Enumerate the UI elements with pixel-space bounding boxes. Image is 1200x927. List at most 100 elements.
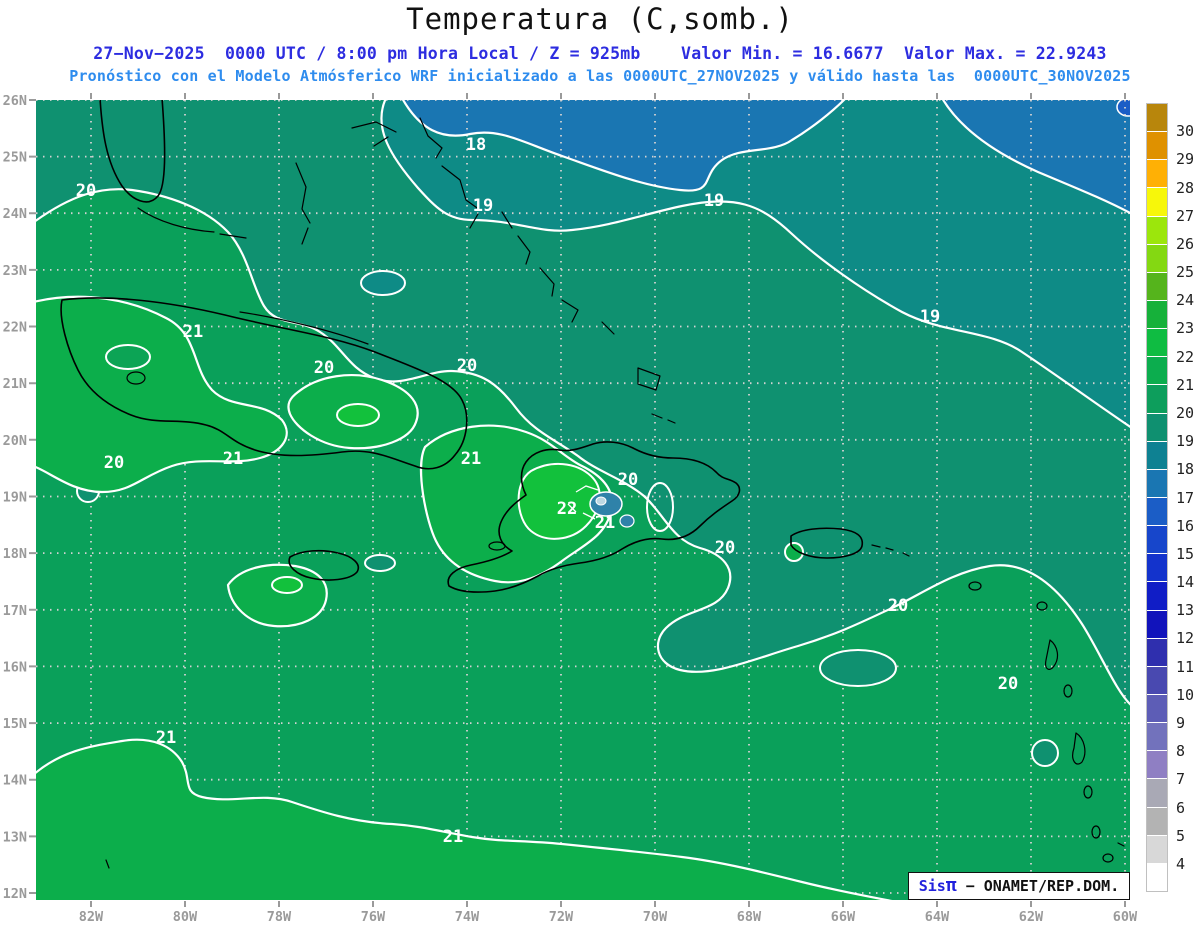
colorbar-cell xyxy=(1147,807,1167,836)
colorbar-cell xyxy=(1147,357,1167,386)
lat-label: 22N xyxy=(3,320,27,336)
colorbar-cell xyxy=(1147,272,1167,301)
colorbar-cell xyxy=(1147,694,1167,724)
contour-label: 20 xyxy=(618,470,638,490)
colorbar-label: 15 xyxy=(1176,544,1195,563)
sispi-brand-label: Sis xyxy=(918,877,946,895)
contour-label: 20 xyxy=(998,674,1018,694)
lat-label: 24N xyxy=(3,206,27,222)
colorbar-label: 21 xyxy=(1176,375,1195,394)
pocket-19-20 xyxy=(364,554,396,572)
lon-label: 62W xyxy=(1019,909,1044,925)
lon-label: 78W xyxy=(267,909,292,925)
colorbar-label: 14 xyxy=(1176,573,1195,592)
lon-label: 66W xyxy=(831,909,856,925)
colorbar-label: 7 xyxy=(1176,770,1186,789)
colorbar-label: 28 xyxy=(1176,178,1195,197)
colorbar-label: 12 xyxy=(1176,629,1195,648)
colorbar-label: 4 xyxy=(1176,854,1186,873)
lon-label: 82W xyxy=(79,909,104,925)
colorbar-cell xyxy=(1147,582,1167,611)
hot-east-cuba-22 xyxy=(336,403,380,427)
weather-map-page: Temperatura (C,somb.) 27−Nov−2025 0000 U… xyxy=(0,0,1200,927)
pocket-19-20 xyxy=(1031,739,1059,767)
lon-label: 70W xyxy=(643,909,668,925)
credit-box: Sis π − ONAMET/REP.DOM. xyxy=(908,872,1130,900)
warm-inner-oval xyxy=(105,344,151,370)
colorbar-label: 11 xyxy=(1176,657,1195,676)
lat-label: 13N xyxy=(3,829,27,845)
colorbar-cell xyxy=(1147,610,1167,639)
colorbar-label: 24 xyxy=(1176,291,1195,310)
colorbar-cell xyxy=(1147,300,1167,330)
onamet-label: − ONAMET/REP.DOM. xyxy=(956,877,1120,895)
colorbar-cell xyxy=(1147,554,1167,583)
pocket-18-19 xyxy=(360,270,406,296)
lat-label: 14N xyxy=(3,773,27,789)
colorbar-cell xyxy=(1147,132,1167,161)
contour-label: 20 xyxy=(888,596,908,616)
colorbar-label: 29 xyxy=(1176,150,1195,169)
mountain-cool-patch xyxy=(619,514,635,528)
lat-label: 16N xyxy=(3,659,27,675)
contour-label: 20 xyxy=(314,358,334,378)
colorbar-label: 25 xyxy=(1176,263,1195,282)
lat-axis: 26N 25N 24N 23N 22N 21N 20N 19N 18N 17N … xyxy=(3,93,27,902)
lat-label: 25N xyxy=(3,150,27,166)
colorbar-cell xyxy=(1147,216,1167,245)
contour-label: 20 xyxy=(457,356,477,376)
colorbar-cell xyxy=(1147,666,1167,695)
colorbar-label: 5 xyxy=(1176,826,1186,845)
colorbar-label: 27 xyxy=(1176,206,1195,225)
colorbar-label: 18 xyxy=(1176,460,1195,479)
colorbar-cell xyxy=(1147,244,1167,273)
lat-label: 18N xyxy=(3,546,27,562)
colorbar-cell xyxy=(1147,835,1167,864)
lat-label: 21N xyxy=(3,376,27,392)
contour-label: 20 xyxy=(104,453,124,473)
colorbar-cell xyxy=(1147,104,1167,133)
colorbar-label: 23 xyxy=(1176,319,1195,338)
contour-label: 19 xyxy=(704,191,724,211)
colorbar-cell xyxy=(1147,188,1167,217)
contour-label: 21 xyxy=(156,728,176,748)
lon-label: 74W xyxy=(455,909,480,925)
colorbar-label: 16 xyxy=(1176,516,1195,535)
lon-label: 68W xyxy=(737,909,762,925)
colorbar-label: 30 xyxy=(1176,122,1195,141)
lat-label: 12N xyxy=(3,886,27,902)
hot-south-jamaica-22 xyxy=(271,576,303,594)
contour-label: 22 xyxy=(557,499,577,519)
lat-label: 20N xyxy=(3,433,27,449)
colorbar-label: 26 xyxy=(1176,234,1195,253)
colorbar-label: 13 xyxy=(1176,601,1195,620)
lon-label: 64W xyxy=(925,909,950,925)
colorbar-label: 17 xyxy=(1176,488,1195,507)
colorbar-cell xyxy=(1147,469,1167,498)
lon-label: 80W xyxy=(173,909,198,925)
lat-label: 19N xyxy=(3,490,27,506)
lat-label: 23N xyxy=(3,263,27,279)
lat-label: 17N xyxy=(3,603,27,619)
colorbar-cell xyxy=(1147,779,1167,808)
colorbar-cell xyxy=(1147,329,1167,358)
colorbar-cell xyxy=(1147,723,1167,752)
colorbar-label: 19 xyxy=(1176,432,1195,451)
contour-label: 20 xyxy=(76,181,96,201)
contour-label: 21 xyxy=(443,827,463,847)
colorbar-cell xyxy=(1147,385,1167,414)
colorbar-label: 6 xyxy=(1176,798,1186,817)
contour-label: 19 xyxy=(473,196,493,216)
colorbar-label: 20 xyxy=(1176,403,1195,422)
pi-icon: π xyxy=(945,875,957,896)
contour-label: 21 xyxy=(223,449,243,469)
contour-label: 18 xyxy=(466,135,486,155)
colorbar-label: 8 xyxy=(1176,742,1186,761)
colorbar-label: 10 xyxy=(1176,685,1195,704)
colorbar-cell xyxy=(1147,413,1167,442)
colorbar-label: 22 xyxy=(1176,347,1195,366)
colorbar-label: 9 xyxy=(1176,713,1186,732)
pocket-19-20 xyxy=(819,649,897,687)
colorbar-cell xyxy=(1147,497,1167,527)
lon-axis: 82W 80W 78W 76W 74W 72W 70W 68W 66W 64W … xyxy=(79,909,1138,925)
